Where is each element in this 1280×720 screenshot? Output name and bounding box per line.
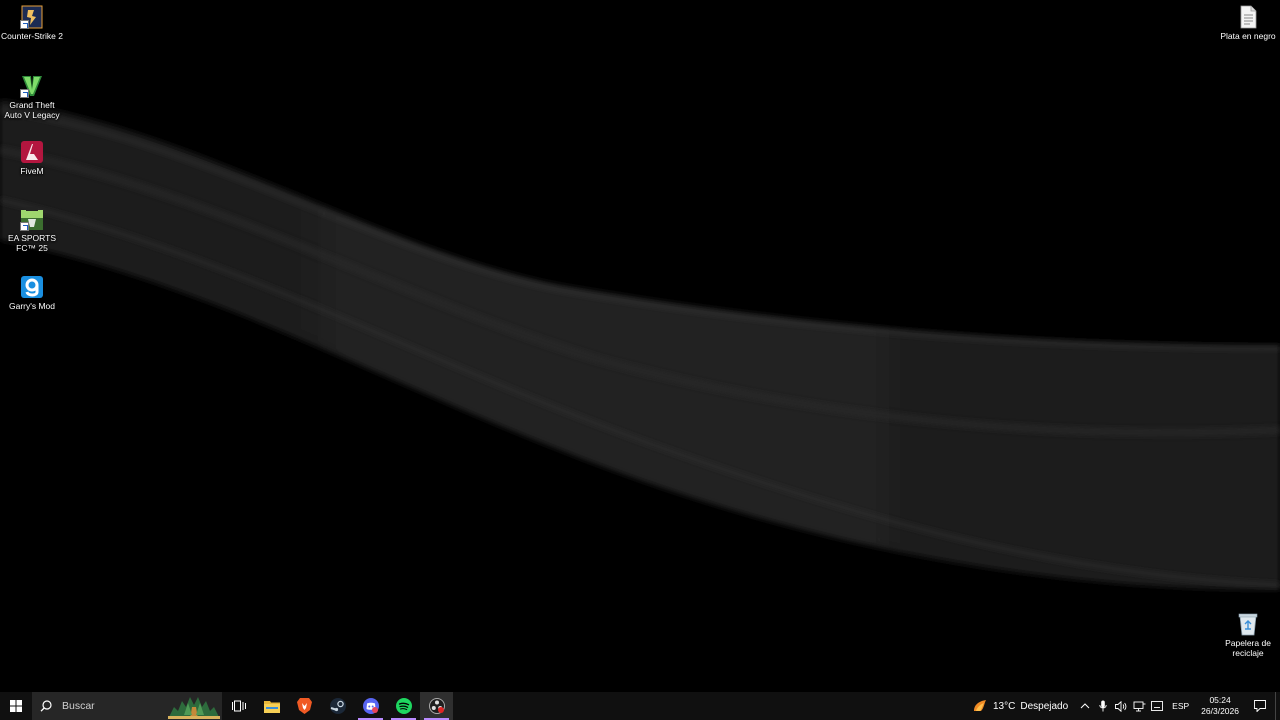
start-button[interactable] — [0, 692, 32, 720]
desktop-icon-recycle-bin[interactable]: Papelera de reciclaje — [1216, 612, 1280, 658]
clock-time: 05:24 — [1209, 695, 1231, 705]
counter-strike-icon — [20, 5, 44, 29]
taskbar: 13°C Despejado ESP 05:24 26/3/2026 — [0, 692, 1280, 720]
desktop-icon-gta-v[interactable]: Grand Theft Auto V Legacy — [0, 74, 64, 120]
network-button[interactable] — [1131, 692, 1147, 720]
brave-button[interactable] — [288, 692, 321, 720]
discord-button[interactable] — [354, 692, 387, 720]
notification-center-button[interactable] — [1245, 692, 1275, 720]
obs-icon — [428, 698, 445, 714]
system-tray: 13°C Despejado ESP 05:24 26/3/2026 — [964, 692, 1280, 720]
steam-icon — [329, 698, 346, 714]
desktop-icon-label: FiveM — [20, 166, 44, 176]
search-highlight-image — [168, 697, 220, 719]
brave-icon — [297, 698, 312, 714]
desktop-icon-label: Papelera de reciclaje — [1225, 638, 1271, 658]
taskbar-search-box[interactable] — [32, 692, 222, 720]
garrys-mod-icon — [20, 275, 44, 299]
show-desktop-button[interactable] — [1275, 692, 1280, 720]
desktop-icon-label: Plata en negro — [1220, 31, 1276, 41]
search-input[interactable] — [60, 699, 174, 713]
file-explorer-button[interactable] — [255, 692, 288, 720]
speaker-icon — [1115, 700, 1127, 712]
clock[interactable]: 05:24 26/3/2026 — [1195, 695, 1245, 717]
search-icon — [40, 700, 52, 712]
task-view-button[interactable] — [222, 692, 255, 720]
ime-button[interactable] — [1149, 692, 1165, 720]
microphone-button[interactable] — [1095, 692, 1111, 720]
shortcut-arrow-icon — [20, 89, 29, 98]
text-file-icon — [1236, 5, 1260, 29]
chevron-up-icon — [1080, 703, 1090, 709]
desktop-icon-label: Counter-Strike 2 — [1, 31, 63, 41]
clock-date: 26/3/2026 — [1201, 706, 1239, 716]
desktop-icon-label: Garry's Mod — [8, 301, 56, 311]
spotify-icon — [395, 698, 412, 714]
desktop-icon-garrys-mod[interactable]: Garry's Mod — [0, 275, 64, 311]
folder-icon — [263, 701, 280, 713]
desktop-icon-ea-fc-25[interactable]: EA SPORTS FC™ 25 — [0, 207, 64, 253]
obs-button[interactable] — [420, 692, 453, 720]
desktop-wallpaper — [0, 100, 1280, 590]
weather-temp: 13°C — [993, 700, 1016, 712]
weather-sun-icon — [974, 700, 986, 711]
notification-icon — [1254, 700, 1266, 712]
desktop-icon-plata-en-negro[interactable]: Plata en negro — [1216, 5, 1280, 41]
shortcut-arrow-icon — [20, 20, 29, 29]
desktop-icon-label: EA SPORTS FC™ 25 — [7, 233, 57, 253]
weather-condition: Despejado — [1020, 700, 1069, 712]
spotify-button[interactable] — [387, 692, 420, 720]
desktop-icon-label: Grand Theft Auto V Legacy — [4, 100, 60, 120]
fivem-icon — [20, 140, 44, 164]
gta-v-icon — [20, 74, 44, 98]
ea-fc-icon — [20, 207, 44, 231]
windows-logo-icon — [10, 700, 22, 712]
weather-widget[interactable]: 13°C Despejado — [964, 692, 1076, 720]
microphone-icon — [1099, 700, 1107, 712]
desktop-icon-counter-strike-2[interactable]: Counter-Strike 2 — [0, 5, 64, 41]
steam-button[interactable] — [321, 692, 354, 720]
input-language-indicator[interactable]: ESP — [1166, 701, 1195, 711]
discord-icon — [362, 698, 379, 714]
task-view-icon — [231, 700, 246, 712]
keyboard-icon — [1151, 701, 1164, 711]
desktop-icon-fivem[interactable]: FiveM — [0, 140, 64, 176]
show-hidden-icons-button[interactable] — [1077, 692, 1093, 720]
volume-button[interactable] — [1113, 692, 1129, 720]
recycle-bin-icon — [1236, 612, 1260, 636]
shortcut-arrow-icon — [20, 222, 29, 231]
ethernet-icon — [1133, 701, 1146, 711]
